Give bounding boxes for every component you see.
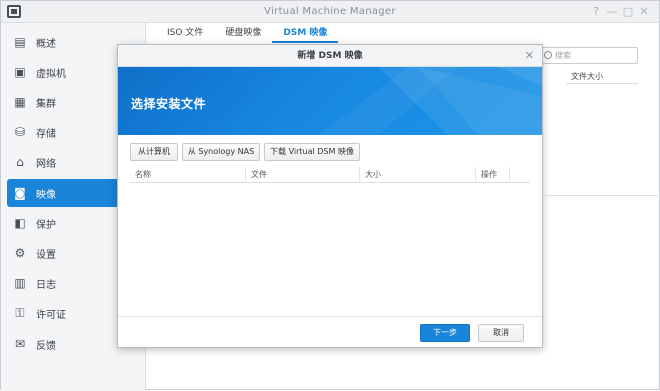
from-computer-button[interactable]: 从计算机 (130, 143, 178, 161)
maximize-icon[interactable]: □ (621, 5, 635, 19)
sidebar-item-label: 映像 (36, 189, 56, 201)
dialog-header: 新增 DSM 映像 ✕ (118, 45, 542, 67)
sidebar-item-label: 集群 (36, 98, 56, 110)
step-title: 选择安装文件 (131, 97, 207, 111)
help-icon[interactable]: ? (589, 5, 603, 19)
tab-disk-images[interactable]: 硬盘映像 (214, 23, 272, 43)
tab-iso-files[interactable]: ISO 文件 (156, 23, 214, 43)
sidebar-item-label: 反馈 (36, 340, 56, 352)
sidebar-item-label: 许可证 (36, 309, 66, 321)
settings-icon: ⚙ (14, 246, 26, 260)
next-button[interactable]: 下一步 (420, 324, 470, 342)
dialog-close-icon[interactable]: ✕ (525, 45, 534, 67)
from-synology-nas-button[interactable]: 从 Synology NAS (182, 143, 260, 161)
add-dsm-image-dialog: 新增 DSM 映像 ✕ 选择安装文件 从计算机 从 Synology NAS 下… (117, 44, 543, 348)
protection-icon: ◧ (14, 216, 26, 230)
vmm-window: Virtual Machine Manager ? — □ ✕ ▤ 概述 ▣ 虚… (0, 0, 660, 391)
dialog-title: 新增 DSM 映像 (297, 51, 363, 61)
search-icon (544, 51, 552, 59)
search-input[interactable]: 搜索 (540, 47, 638, 64)
sidebar-item-label: 虚拟机 (36, 68, 66, 80)
minimize-icon[interactable]: — (605, 5, 619, 19)
column-header-file-size[interactable]: 文件大小 (566, 69, 638, 84)
sidebar-item-label: 保护 (36, 219, 56, 231)
network-icon: ⌂ (16, 155, 24, 169)
column-header-file[interactable]: 文件 (246, 167, 360, 183)
license-icon: ⚿ (15, 305, 25, 320)
close-icon[interactable]: ✕ (637, 5, 651, 19)
sidebar-item-label: 存储 (36, 128, 56, 140)
title-bar: Virtual Machine Manager ? — □ ✕ (1, 1, 659, 23)
sidebar-item-label: 设置 (36, 249, 56, 261)
sidebar-item-label: 网络 (36, 158, 56, 170)
overview-icon: ▤ (14, 35, 26, 49)
download-virtual-dsm-button[interactable]: 下载 Virtual DSM 映像 (264, 143, 360, 161)
image-icon: ◙ (14, 186, 26, 200)
column-header-size[interactable]: 大小 (360, 167, 476, 183)
search-placeholder: 搜索 (555, 51, 571, 60)
feedback-icon: ✉ (14, 337, 26, 351)
sidebar-item-label: 日志 (36, 279, 56, 291)
file-table-header: 名称 文件 大小 操作 (130, 167, 530, 183)
dialog-banner: 选择安装文件 (118, 67, 542, 135)
cluster-icon: ▦ (14, 95, 26, 109)
vm-icon: ▣ (14, 65, 26, 79)
column-header-action[interactable]: 操作 (476, 167, 510, 183)
cancel-button[interactable]: 取消 (478, 324, 524, 342)
tab-dsm-images[interactable]: DSM 映像 (272, 23, 339, 43)
tab-bar: ISO 文件 硬盘映像 DSM 映像 (156, 23, 339, 43)
dialog-footer-divider (118, 316, 542, 317)
divider (546, 195, 658, 196)
sidebar-item-label: 概述 (36, 38, 56, 50)
storage-icon: ⛁ (14, 125, 26, 139)
log-icon: ▥ (14, 276, 26, 290)
column-header-name[interactable]: 名称 (130, 167, 246, 183)
window-title: Virtual Machine Manager (264, 6, 396, 17)
